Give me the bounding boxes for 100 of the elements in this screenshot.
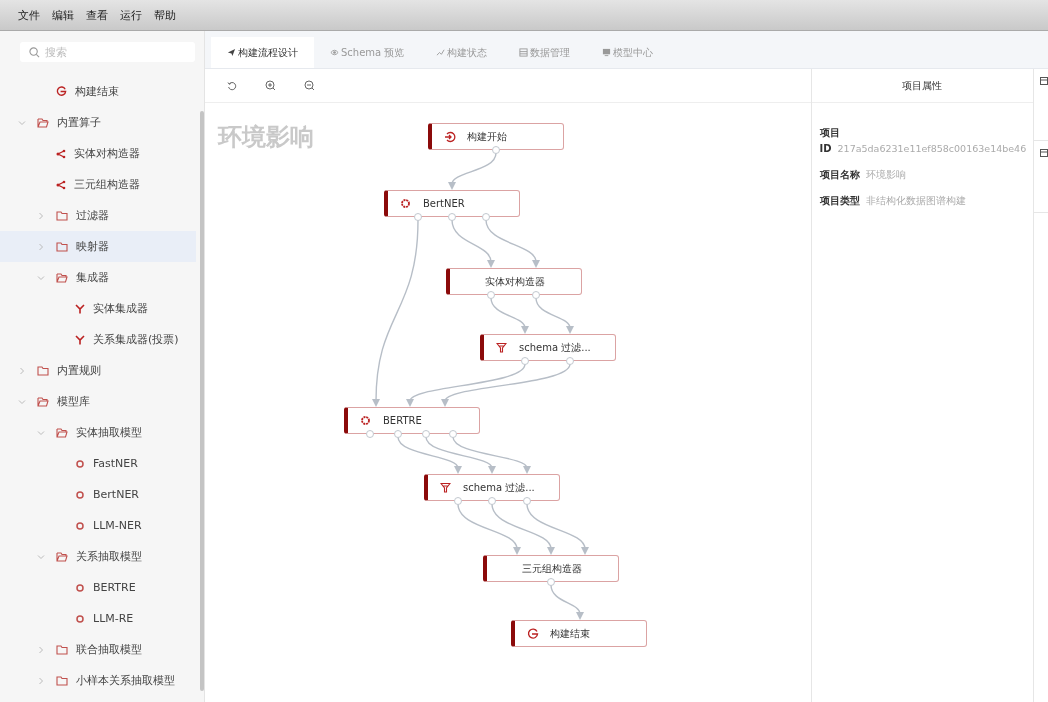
tree-item[interactable]: 关系抽取模型 bbox=[0, 541, 196, 572]
property-value: 217a5da6231e11ef858c00163e14be46 bbox=[837, 143, 1027, 154]
folder-icon bbox=[56, 644, 68, 655]
tree-item[interactable]: BERTRE bbox=[0, 572, 196, 603]
tree-item[interactable]: 内置规则 bbox=[0, 355, 196, 386]
flow-node[interactable]: 构建结束 bbox=[511, 620, 647, 647]
menu-item[interactable]: 文件 bbox=[18, 7, 40, 23]
connector-arrow bbox=[425, 436, 496, 474]
flow-node[interactable]: BertNER bbox=[384, 190, 520, 217]
scrollbar[interactable] bbox=[200, 111, 204, 691]
tree-item[interactable]: 过滤器 bbox=[0, 200, 196, 231]
connection-port[interactable] bbox=[422, 430, 430, 438]
flow-node[interactable]: schema 过滤... bbox=[480, 334, 616, 361]
tree-item[interactable]: 三元组构造器 bbox=[0, 169, 196, 200]
connection-port[interactable] bbox=[449, 430, 457, 438]
connection-port[interactable] bbox=[523, 497, 531, 505]
tree-label: 实体抽取模型 bbox=[76, 425, 142, 440]
flow-node[interactable]: 构建开始 bbox=[428, 123, 564, 150]
connection-port[interactable] bbox=[414, 213, 422, 221]
open-folder-icon bbox=[56, 272, 68, 283]
chevron-down-icon[interactable] bbox=[37, 273, 45, 282]
chip-icon bbox=[75, 520, 85, 531]
connection-port[interactable] bbox=[448, 213, 456, 221]
tree-item[interactable]: 实体对构造器 bbox=[0, 138, 196, 169]
start-icon bbox=[443, 130, 456, 143]
connection-port[interactable] bbox=[532, 291, 540, 299]
zoom-out-icon[interactable] bbox=[304, 80, 315, 91]
tree-item[interactable]: 构建结束 bbox=[0, 76, 196, 107]
tree-label: 实体对构造器 bbox=[74, 146, 140, 161]
chevron-right-icon[interactable] bbox=[18, 366, 26, 375]
monitor-icon bbox=[602, 48, 612, 57]
zoom-in-icon[interactable] bbox=[265, 80, 276, 91]
panel-icon[interactable] bbox=[1040, 77, 1048, 85]
chevron-right-icon[interactable] bbox=[37, 676, 45, 685]
connection-port[interactable] bbox=[521, 357, 529, 365]
connection-port[interactable] bbox=[482, 213, 490, 221]
search-field[interactable]: 搜索 bbox=[20, 42, 195, 62]
menu-item[interactable]: 查看 bbox=[86, 7, 108, 23]
filter-icon bbox=[496, 342, 507, 353]
menu-item[interactable]: 帮助 bbox=[154, 7, 176, 23]
tree-item[interactable]: 关系集成器(投票) bbox=[0, 324, 196, 355]
tree-label: LLM-NER bbox=[93, 519, 142, 532]
tree-item[interactable]: BertNER bbox=[0, 479, 196, 510]
property-label: 项目名称 bbox=[819, 169, 860, 180]
folder-icon bbox=[56, 210, 68, 221]
connection-port[interactable] bbox=[366, 430, 374, 438]
tree-item[interactable]: 联合抽取模型 bbox=[0, 634, 196, 665]
chevron-right-icon[interactable] bbox=[37, 211, 45, 220]
tree-item[interactable]: FastNER bbox=[0, 448, 196, 479]
node-label: 构建开始 bbox=[467, 129, 507, 144]
tree-item[interactable]: 模型库 bbox=[0, 386, 196, 417]
flow-node[interactable]: BERTRE bbox=[344, 407, 480, 434]
tree-item[interactable]: 映射器 bbox=[0, 231, 196, 262]
chevron-right-icon[interactable] bbox=[37, 242, 45, 251]
panel-icon[interactable] bbox=[1040, 149, 1048, 157]
connection-port[interactable] bbox=[492, 146, 500, 154]
folder-icon bbox=[56, 675, 68, 686]
tree-label: 小样本关系抽取模型 bbox=[76, 673, 175, 688]
open-folder-icon bbox=[56, 427, 68, 438]
merge-icon bbox=[75, 334, 85, 345]
chip-icon bbox=[75, 489, 85, 500]
tree-item[interactable]: 小样本关系抽取模型 bbox=[0, 665, 196, 696]
tree-label: BertNER bbox=[93, 488, 139, 501]
chevron-down-icon[interactable] bbox=[18, 397, 26, 406]
tree-item[interactable]: LLM-NER bbox=[0, 510, 196, 541]
connection-port[interactable] bbox=[488, 497, 496, 505]
flow-node[interactable]: 三元组构造器 bbox=[483, 555, 619, 582]
chevron-down-icon[interactable] bbox=[37, 428, 45, 437]
folder-icon bbox=[37, 365, 49, 376]
connection-port[interactable] bbox=[454, 497, 462, 505]
connector-arrow bbox=[457, 503, 521, 555]
open-folder-icon bbox=[37, 396, 49, 407]
eye-icon bbox=[330, 48, 339, 57]
chevron-right-icon[interactable] bbox=[37, 645, 45, 654]
menu-item[interactable]: 编辑 bbox=[52, 7, 74, 23]
panel-title: 项目属性 bbox=[811, 69, 1033, 103]
flow-node[interactable]: schema 过滤... bbox=[424, 474, 560, 501]
node-label: BERTRE bbox=[383, 415, 422, 426]
tree-label: 构建结束 bbox=[75, 84, 119, 99]
chip-icon bbox=[360, 415, 371, 426]
refresh-icon[interactable] bbox=[227, 80, 237, 91]
tree-label: 内置算子 bbox=[57, 115, 101, 130]
flow-node[interactable]: 实体对构造器 bbox=[446, 268, 582, 295]
connection-port[interactable] bbox=[547, 578, 555, 586]
connector-arrow bbox=[448, 152, 497, 190]
tree-item[interactable]: 实体集成器 bbox=[0, 293, 196, 324]
end-icon bbox=[526, 627, 539, 640]
tree-item[interactable]: LLM-RE bbox=[0, 603, 196, 634]
tree-item[interactable]: 内置算子 bbox=[0, 107, 196, 138]
tab[interactable]: 构建流程设计 bbox=[211, 37, 314, 68]
chevron-down-icon[interactable] bbox=[37, 552, 45, 561]
chevron-down-icon[interactable] bbox=[18, 118, 26, 127]
connection-port[interactable] bbox=[394, 430, 402, 438]
connection-port[interactable] bbox=[566, 357, 574, 365]
tree-label: BERTRE bbox=[93, 581, 136, 594]
tree-label: LLM-RE bbox=[93, 612, 134, 625]
tree-item[interactable]: 实体抽取模型 bbox=[0, 417, 196, 448]
connection-port[interactable] bbox=[487, 291, 495, 299]
menu-item[interactable]: 运行 bbox=[120, 7, 142, 23]
tree-item[interactable]: 集成器 bbox=[0, 262, 196, 293]
